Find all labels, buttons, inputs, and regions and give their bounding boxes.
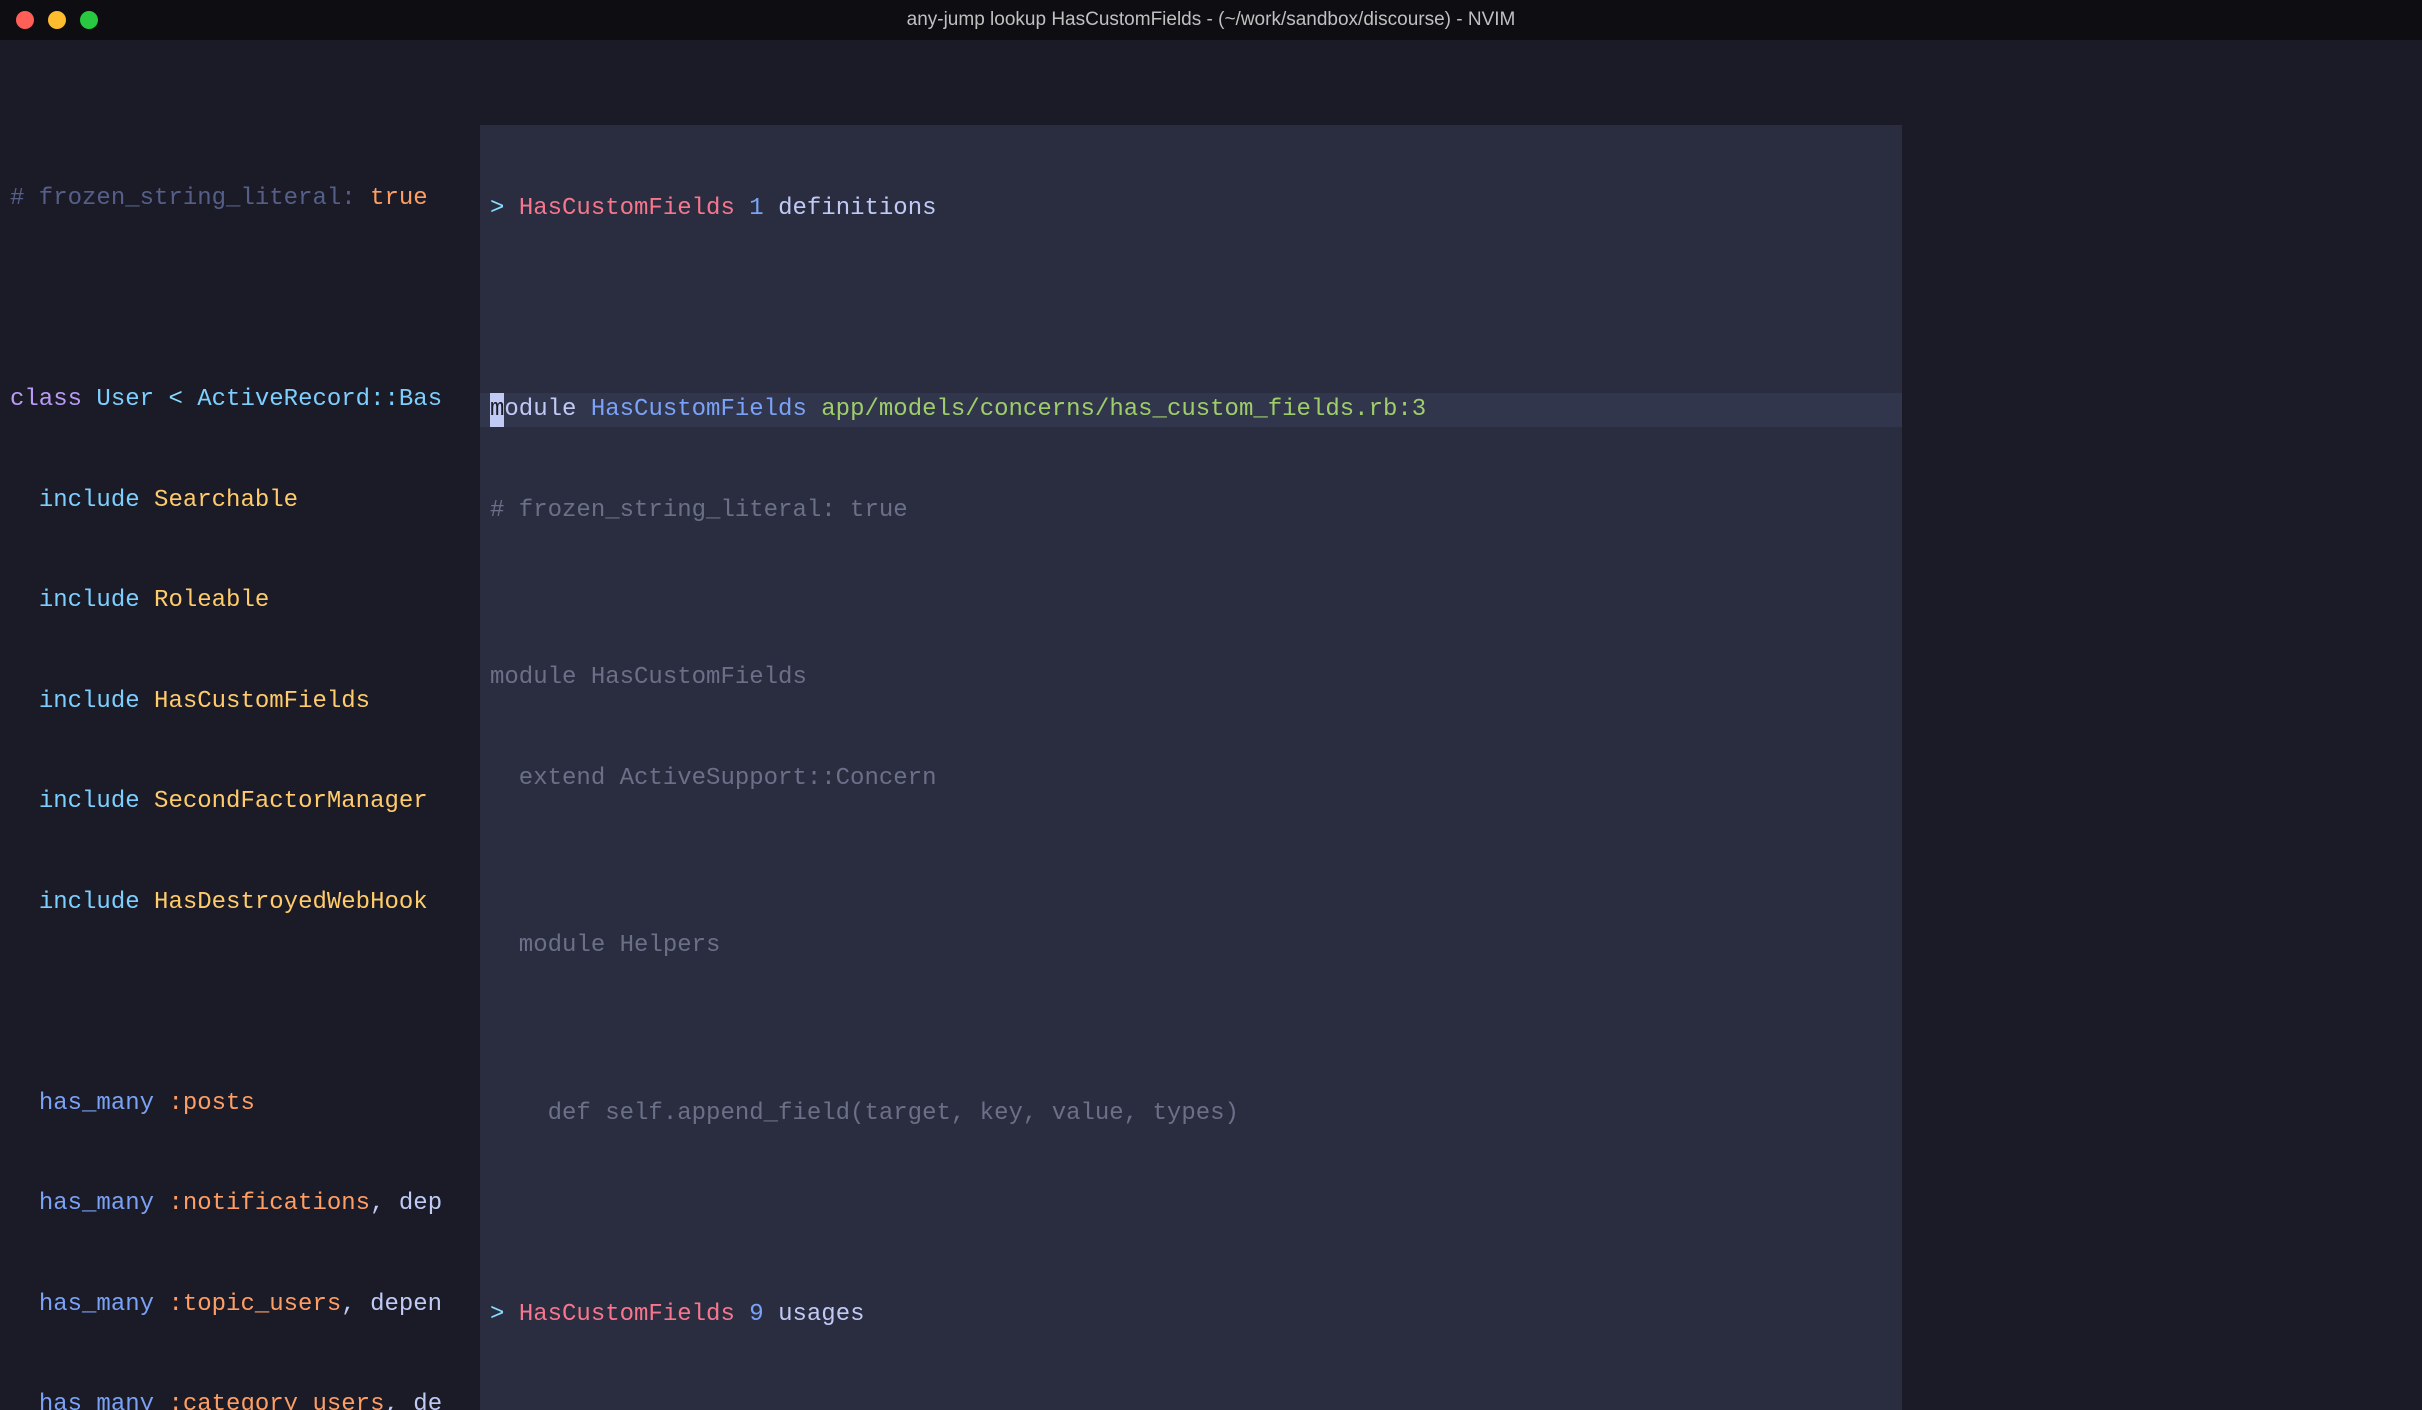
minimize-icon[interactable] xyxy=(48,11,66,29)
preview-line: def self.append_field(target, key, value… xyxy=(480,1097,1902,1131)
titlebar: any-jump lookup HasCustomFields - (~/wor… xyxy=(0,0,2422,40)
cursor: m xyxy=(490,393,504,427)
traffic-lights xyxy=(16,11,98,29)
editor-area[interactable]: # frozen_string_literal: true class User… xyxy=(0,40,2422,1410)
window-title: any-jump lookup HasCustomFields - (~/wor… xyxy=(0,3,2422,37)
preview-line: # frozen_string_literal: true xyxy=(480,494,1902,528)
section-header-usages: > HasCustomFields 9 usages xyxy=(480,1298,1902,1332)
preview-line: module Helpers xyxy=(480,929,1902,963)
preview-line: extend ActiveSupport::Concern xyxy=(480,762,1902,796)
definition-result[interactable]: module HasCustomFields app/models/concer… xyxy=(480,393,1902,427)
section-header-definitions: > HasCustomFields 1 definitions xyxy=(480,192,1902,226)
code-comment: # frozen_string_literal: xyxy=(10,185,356,212)
close-icon[interactable] xyxy=(16,11,34,29)
any-jump-popup[interactable]: > HasCustomFields 1 definitions module H… xyxy=(480,125,1902,1410)
zoom-icon[interactable] xyxy=(80,11,98,29)
preview-line: module HasCustomFields xyxy=(480,661,1902,695)
